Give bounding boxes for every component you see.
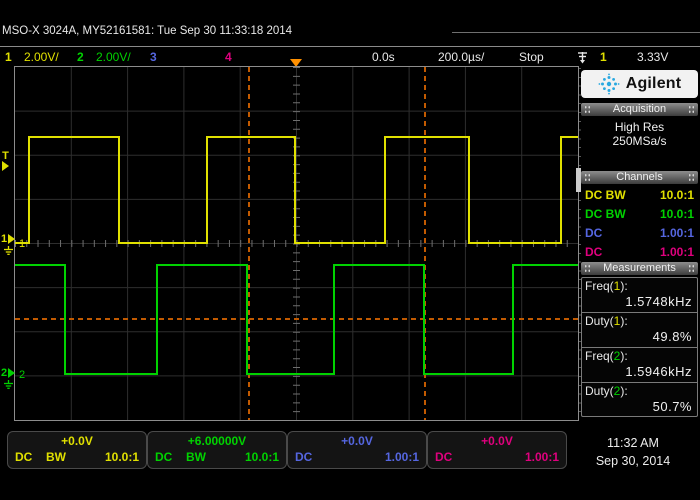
ch2-settings-box[interactable]: +6.00000V DC BW 10.0:1 <box>147 431 287 469</box>
ch1-ground-icon <box>3 246 14 255</box>
trigger-edge-icon[interactable] <box>577 50 588 64</box>
grip-icon <box>688 173 695 182</box>
channels-header[interactable]: Channels <box>581 171 698 184</box>
status-ch4-number[interactable]: 4 <box>225 50 232 64</box>
status-delay[interactable]: 0.0s <box>372 50 395 64</box>
grip-icon <box>688 264 695 273</box>
channel-row-3: DC 1.00:1 <box>583 226 696 243</box>
instrument-title: MSO-X 3024A, MY52161581: Tue Sep 30 11:3… <box>2 25 292 37</box>
status-ch3-number[interactable]: 3 <box>150 50 157 64</box>
ch2-offset-value: +6.00000V <box>148 434 286 448</box>
ch4-settings-box[interactable]: +0.0V DC 1.00:1 <box>427 431 567 469</box>
status-ch1-scale[interactable]: 2.00V/ <box>24 50 59 64</box>
channel-row-4: DC 1.00:1 <box>583 245 696 262</box>
meas-label: Freq( <box>585 349 614 363</box>
ch2-marker-label: 2 <box>1 367 7 379</box>
grip-icon <box>584 264 591 273</box>
ch1-marker-label: 1 <box>1 233 7 245</box>
trigger-level-marker[interactable]: T <box>2 150 9 171</box>
measurement-freq2[interactable]: Freq(2): 1.5946kHz <box>582 348 697 382</box>
channel-row-1: DC BW 10.0:1 <box>583 188 696 205</box>
meas-label-suffix: ): <box>620 384 627 398</box>
status-ch2-scale[interactable]: 2.00V/ <box>96 50 131 64</box>
grip-icon <box>688 105 695 114</box>
status-trigger-source[interactable]: 1 <box>600 50 607 64</box>
ch2-coupling-label: DC <box>155 450 172 464</box>
ch1-ratio-label: 10.0:1 <box>105 450 139 464</box>
brand-box: Agilent <box>581 70 698 98</box>
meas-value: 1.5946kHz <box>625 364 692 379</box>
agilent-starburst-icon <box>598 73 620 95</box>
meas-value: 49.8% <box>653 329 692 344</box>
ch1-coupling: DC BW <box>585 188 626 202</box>
ch3-coupling: DC <box>585 226 602 240</box>
channel-row-2: DC BW 10.0:1 <box>583 207 696 224</box>
ch2-coupling: DC BW <box>585 207 626 221</box>
ch3-coupling-label: DC <box>295 450 312 464</box>
ch3-offset-value: +0.0V <box>288 434 426 448</box>
info-sidebar: Agilent Acquisition High Res 250MSa/s Ch… <box>581 68 698 420</box>
acquisition-header-label: Acquisition <box>613 103 666 115</box>
grip-icon <box>584 173 591 182</box>
acquisition-sample-rate: 250MSa/s <box>581 134 698 148</box>
waveform-canvas[interactable]: 12 <box>15 67 578 420</box>
ch1-settings-box[interactable]: +0.0V DC BW 10.0:1 <box>7 431 147 469</box>
measurements-header-label: Measurements <box>603 262 676 274</box>
brand-name: Agilent <box>626 75 682 93</box>
ch4-coupling-label: DC <box>435 450 452 464</box>
ch2-marker-arrow-icon <box>8 368 15 378</box>
measurement-duty1[interactable]: Duty(1): 49.8% <box>582 313 697 347</box>
meas-label: Duty( <box>585 384 614 398</box>
grid-channel-label: 1 <box>19 238 25 250</box>
clock-date: Sep 30, 2014 <box>583 454 683 468</box>
meas-label-suffix: ): <box>620 314 627 328</box>
measurement-freq1[interactable]: Freq(1): 1.5748kHz <box>582 278 697 312</box>
ch1-ground-marker[interactable]: 1 <box>1 233 15 245</box>
ch4-coupling: DC <box>585 245 602 259</box>
status-ch2-number[interactable]: 2 <box>77 50 84 64</box>
title-separator <box>0 46 700 47</box>
status-timebase[interactable]: 200.0µs/ <box>438 50 484 64</box>
acquisition-mode: High Res <box>581 120 698 134</box>
ch2-ground-marker[interactable]: 2 <box>1 367 15 379</box>
measurements-box: Freq(1): 1.5748kHz Duty(1): 49.8% Freq(2… <box>581 277 698 417</box>
ch2-ratio-label: 10.0:1 <box>245 450 279 464</box>
ch1-probe-ratio: 10.0:1 <box>660 188 694 202</box>
measurement-duty2[interactable]: Duty(2): 50.7% <box>582 383 697 417</box>
grip-icon <box>584 105 591 114</box>
measurements-header[interactable]: Measurements <box>581 262 698 275</box>
acquisition-header[interactable]: Acquisition <box>581 103 698 116</box>
meas-label: Freq( <box>585 279 614 293</box>
ch3-ratio-label: 1.00:1 <box>385 450 419 464</box>
meas-label-suffix: ): <box>620 279 627 293</box>
channels-header-label: Channels <box>616 171 662 183</box>
ch4-probe-ratio: 1.00:1 <box>660 245 694 259</box>
meas-label: Duty( <box>585 314 614 328</box>
ch2-probe-ratio: 10.0:1 <box>660 207 694 221</box>
ch4-ratio-label: 1.00:1 <box>525 450 559 464</box>
meas-label-suffix: ): <box>620 349 627 363</box>
clock-time: 11:32 AM <box>583 436 683 450</box>
meas-value: 1.5748kHz <box>625 294 692 309</box>
ch2-bw-label: BW <box>186 450 206 464</box>
ch3-probe-ratio: 1.00:1 <box>660 226 694 240</box>
ch4-offset-value: +0.0V <box>428 434 566 448</box>
top-separator-right <box>452 32 700 33</box>
ch2-ground-icon <box>3 380 14 389</box>
ch1-coupling-label: DC <box>15 450 32 464</box>
waveform-display[interactable]: 12 <box>14 66 579 421</box>
meas-value: 50.7% <box>653 399 692 414</box>
status-trigger-level[interactable]: 3.33V <box>637 50 668 64</box>
ch1-bw-label: BW <box>46 450 66 464</box>
grid-channel-label: 2 <box>19 369 25 381</box>
ch1-marker-arrow-icon <box>8 234 15 244</box>
ch3-settings-box[interactable]: +0.0V DC 1.00:1 <box>287 431 427 469</box>
status-run-state[interactable]: Stop <box>519 50 544 64</box>
trigger-level-arrow-icon <box>2 161 9 171</box>
oscilloscope-screen: MSO-X 3024A, MY52161581: Tue Sep 30 11:3… <box>0 0 700 500</box>
ch1-offset-value: +0.0V <box>8 434 146 448</box>
status-ch1-number[interactable]: 1 <box>5 50 12 64</box>
